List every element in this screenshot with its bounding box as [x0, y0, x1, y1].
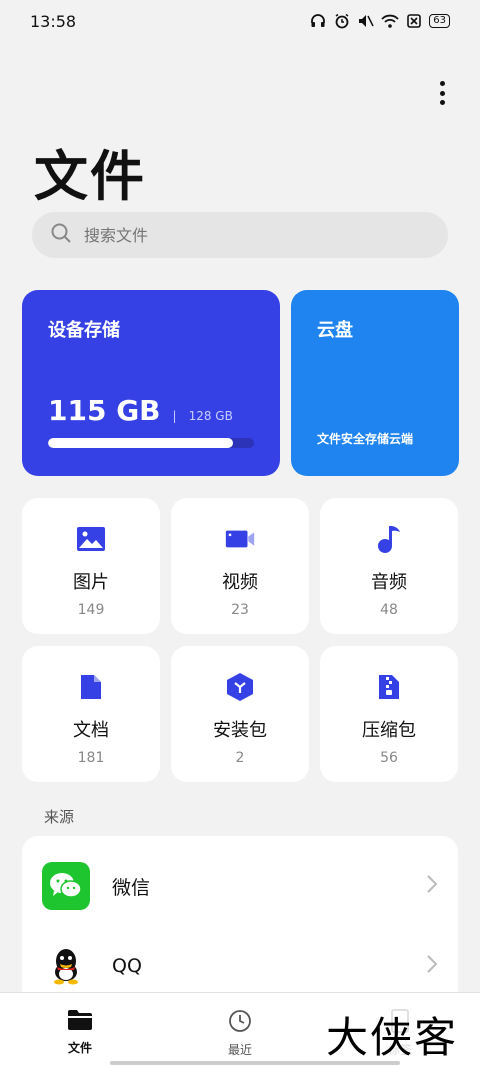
category-name: 安装包	[213, 720, 267, 741]
category-audio[interactable]: 音频 48	[320, 498, 458, 634]
chevron-right-icon	[426, 954, 438, 978]
storage-progress-bar	[48, 438, 254, 448]
music-note-icon	[374, 524, 404, 554]
status-icons: 63	[309, 12, 450, 30]
wechat-icon	[42, 862, 90, 910]
storage-progress-fill	[48, 438, 234, 448]
battery-icon: 63	[429, 14, 450, 28]
category-name: 音频	[371, 572, 407, 593]
nav-files[interactable]: 文件	[0, 993, 160, 1066]
nav-label: 最近	[227, 1043, 252, 1057]
search-input[interactable]	[84, 225, 404, 245]
video-icon	[225, 524, 255, 554]
status-time: 13:58	[30, 11, 77, 31]
document-icon	[76, 672, 106, 702]
category-documents[interactable]: 文档 181	[22, 646, 160, 782]
sources-list: 微信 QQ	[22, 836, 458, 1006]
category-count: 2	[235, 750, 245, 766]
package-icon	[225, 672, 255, 702]
home-indicator[interactable]	[110, 1061, 400, 1065]
category-count: 181	[77, 750, 105, 766]
folder-icon	[67, 1009, 93, 1035]
page-title: 文件	[34, 145, 146, 208]
nav-recent[interactable]: 最近	[160, 993, 320, 1066]
category-name: 图片	[73, 572, 109, 593]
clock-icon	[228, 1009, 252, 1037]
category-images[interactable]: 图片 149	[22, 498, 160, 634]
storage-usage: 115 GB | 128 GB	[48, 394, 233, 427]
image-icon	[76, 524, 106, 554]
category-archives[interactable]: 压缩包 56	[320, 646, 458, 782]
more-vertical-icon[interactable]	[434, 78, 450, 108]
cloud-drive-subtitle: 文件安全存储云端	[317, 432, 414, 446]
device-storage-label: 设备存储	[48, 320, 120, 341]
category-name: 压缩包	[362, 720, 416, 741]
headphones-icon	[309, 12, 327, 30]
source-name: QQ	[112, 955, 142, 977]
source-name: 微信	[112, 876, 151, 899]
storage-total: 128 GB	[188, 409, 233, 423]
device-storage-card[interactable]: 设备存储 115 GB | 128 GB	[22, 290, 280, 476]
zip-icon	[374, 672, 404, 702]
category-packages[interactable]: 安装包 2	[171, 646, 309, 782]
cloud-drive-card[interactable]: 云盘 文件安全存储云端	[291, 290, 459, 476]
sim-none-icon	[405, 12, 423, 30]
search-bar[interactable]	[32, 212, 448, 258]
mute-icon	[357, 12, 375, 30]
category-count: 56	[380, 750, 398, 766]
category-videos[interactable]: 视频 23	[171, 498, 309, 634]
category-name: 视频	[222, 572, 258, 593]
storage-used: 115 GB	[48, 394, 161, 427]
category-name: 文档	[73, 720, 109, 741]
status-bar: 13:58 63	[0, 0, 480, 42]
alarm-icon	[333, 12, 351, 30]
chevron-right-icon	[426, 874, 438, 898]
cloud-drive-label: 云盘	[317, 320, 353, 341]
qq-icon	[42, 942, 90, 990]
nav-label: 文件	[67, 1041, 92, 1055]
category-count: 48	[380, 602, 398, 618]
category-count: 149	[77, 602, 105, 618]
wifi-icon	[381, 12, 399, 30]
watermark-text: 大侠客	[326, 1004, 459, 1065]
search-icon	[50, 222, 72, 248]
storage-separator: |	[172, 409, 177, 423]
sources-heading: 来源	[44, 808, 75, 826]
category-count: 23	[231, 602, 249, 618]
